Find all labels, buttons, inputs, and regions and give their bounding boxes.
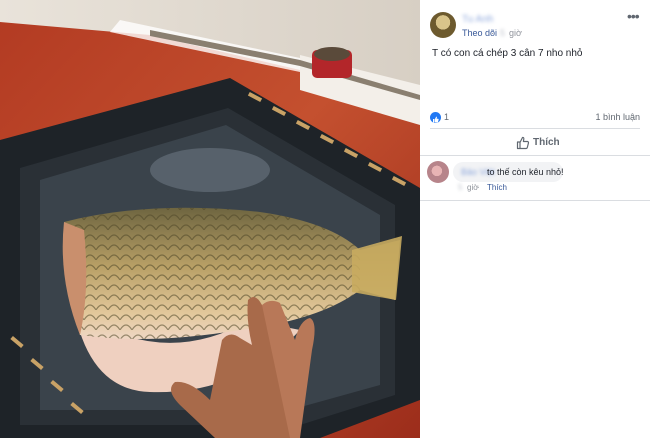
like-reaction-icon[interactable]	[430, 112, 441, 123]
divider	[420, 200, 650, 201]
thumbs-up-icon	[433, 116, 439, 123]
comment-like-link[interactable]: Thích	[487, 183, 507, 192]
post-sidebar: Tu Anh Theo dõi · 5 giờ ••• T có con cá …	[420, 0, 650, 438]
author-avatar[interactable]	[430, 12, 456, 38]
thumbs-up-outline-icon	[516, 136, 530, 150]
reaction-count[interactable]: 1	[444, 112, 449, 122]
post-time-value[interactable]: 5	[500, 28, 505, 38]
comment-text: to thế còn kêu nhỏ!	[487, 167, 564, 177]
comment-count[interactable]: 1 bình luận	[595, 112, 640, 122]
like-button[interactable]: Thích	[510, 134, 570, 152]
author-name[interactable]: Tu Anh	[462, 14, 493, 25]
commenter-avatar[interactable]	[427, 161, 449, 183]
comment-time-value[interactable]: 5	[458, 183, 462, 192]
post-photo[interactable]	[0, 0, 420, 438]
more-options-icon[interactable]: •••	[627, 8, 640, 24]
divider	[430, 128, 640, 129]
like-button-label: Thích	[533, 137, 560, 148]
fish-in-tray-image	[0, 0, 420, 438]
meta-separator: ·	[491, 28, 494, 38]
comment-meta-separator: ·	[477, 183, 480, 192]
post-caption: T có con cá chép 3 cân 7 nho nhỏ	[432, 48, 583, 59]
divider	[420, 155, 650, 156]
comment-bubble: Bảo Việt to thế còn kêu nhỏ!	[453, 162, 564, 182]
post-time-unit[interactable]: giờ	[509, 28, 522, 38]
